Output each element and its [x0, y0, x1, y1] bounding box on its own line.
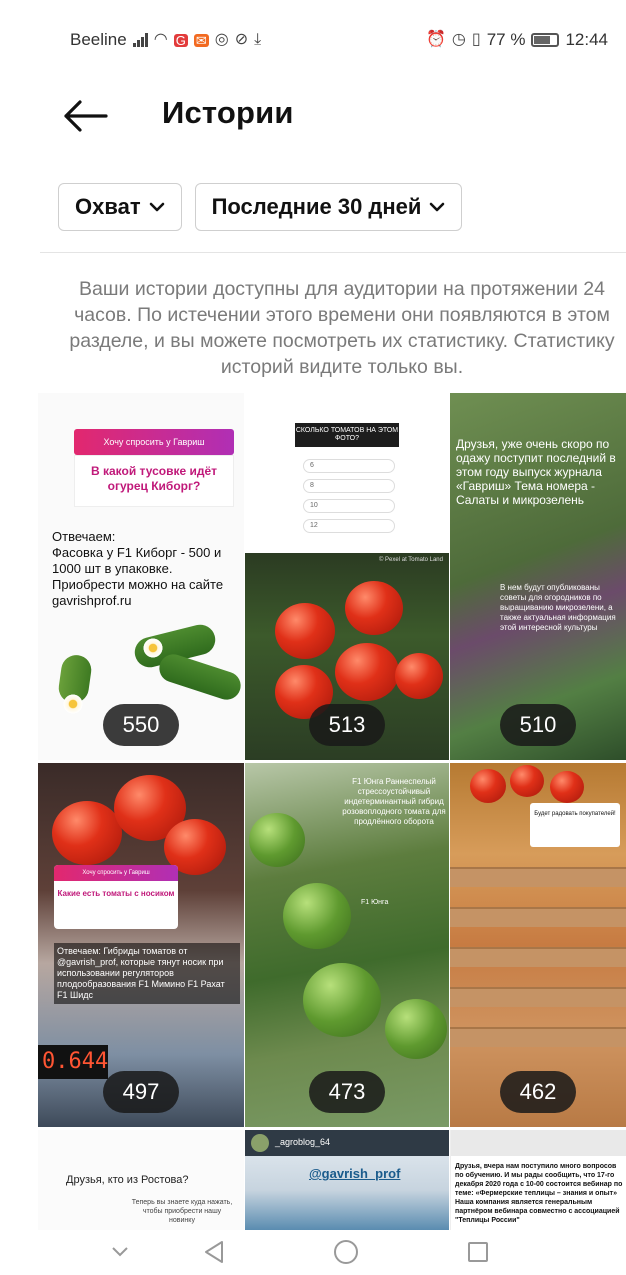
- reach-badge: 550: [103, 704, 179, 746]
- story-subtext: Теперь вы знаете куда нажать, чтобы прио…: [131, 1199, 233, 1224]
- variety-label: F1 Юнга: [361, 899, 389, 906]
- question-text: В какой тусовке идёт огурец Киборг?: [74, 455, 234, 507]
- tomato-image: [470, 769, 506, 803]
- arrow-left-icon[interactable]: [62, 98, 108, 134]
- info-text: Ваши истории доступны для аудитории на п…: [69, 278, 615, 378]
- chevron-down-icon: [430, 202, 445, 212]
- green-tomato-image: [303, 963, 381, 1037]
- poll-option: 12: [303, 519, 395, 533]
- signal-icon: [132, 33, 148, 47]
- battery-icon: [531, 33, 560, 47]
- tomato-image: [395, 653, 443, 699]
- tomato-image: [335, 643, 399, 701]
- question-sticker: Хочу спросить у Гавриш Какие есть томаты…: [54, 865, 178, 929]
- photo-credit: © Pexel at Tomato Land: [378, 557, 443, 563]
- nav-home-icon[interactable]: [328, 1234, 364, 1270]
- story-text: Отвечаем: Фасовка у F1 Киборг - 500 и 10…: [52, 529, 224, 608]
- download-icon: ⤓: [254, 31, 262, 48]
- poll-option: 6: [303, 459, 395, 473]
- avatar: [251, 1134, 269, 1152]
- question-text: Какие есть томаты с носиком: [57, 889, 175, 898]
- poll-option: 8: [303, 479, 395, 493]
- mention-handle: @gavrish_prof: [309, 1166, 401, 1181]
- period-dropdown-label: Последние 30 дней: [211, 194, 422, 219]
- nav-recents-icon[interactable]: [460, 1234, 496, 1270]
- story-tile[interactable]: Друзья, вчера нам поступило много вопрос…: [450, 1130, 626, 1230]
- box-row: [450, 947, 626, 967]
- story-tile[interactable]: Друзья, кто из Ростова? Теперь вы знаете…: [38, 1130, 244, 1230]
- mail-notification-icon: ✉: [193, 32, 209, 48]
- nav-back-icon[interactable]: [196, 1234, 232, 1270]
- system-nav-bar: [0, 1230, 626, 1275]
- story-text: Друзья, вчера нам поступило много вопрос…: [455, 1163, 623, 1224]
- story-tile[interactable]: СКОЛЬКО ТОМАТОВ НА ЭТОМ ФОТО? 6 8 10 12 …: [245, 393, 449, 760]
- status-bar: Beeline ◠ G ✉ ◎ ⊘ ⤓ ⏰ ◷ ▯ 77 % 12:44: [0, 0, 626, 80]
- story-tile[interactable]: Друзья, уже очень скоро по одажу поступи…: [450, 393, 626, 760]
- nav-collapse-icon[interactable]: [102, 1234, 138, 1270]
- blog-name: _agroblog_64: [275, 1137, 331, 1147]
- tomato-image: [345, 581, 403, 635]
- poll-option: 10: [303, 499, 395, 513]
- chevron-down-icon: [149, 202, 164, 212]
- green-tomato-image: [385, 999, 447, 1059]
- metric-dropdown-label: Охват: [75, 194, 141, 219]
- story-question: Друзья, кто из Ростова?: [66, 1174, 189, 1186]
- reach-badge: 510: [500, 704, 576, 746]
- period-dropdown[interactable]: Последние 30 дней: [194, 183, 463, 231]
- header: Истории: [0, 80, 626, 152]
- status-right: ⏰ ◷ ▯ 77 % 12:44: [426, 30, 608, 50]
- tomato-image: [275, 603, 335, 659]
- battery-percent: 77 %: [486, 30, 526, 49]
- app-notification-icon: G: [173, 32, 188, 48]
- box-row: [450, 907, 626, 927]
- tomato-image: [510, 765, 544, 797]
- carrier-name: Beeline: [70, 30, 127, 49]
- instagram-icon: ◎: [214, 31, 229, 48]
- story-tile[interactable]: _agroblog_64 @gavrish_prof: [245, 1130, 449, 1230]
- story-text: Отвечаем: Гибриды томатов от @gavrish_pr…: [54, 943, 240, 1004]
- reach-badge: 462: [500, 1071, 576, 1113]
- question-sticker-header: Хочу спросить у Гавриш: [54, 865, 178, 881]
- story-card: Будет радовать покупателей!: [530, 803, 620, 847]
- blog-header: _agroblog_64: [245, 1130, 449, 1156]
- reach-badge: 513: [309, 704, 385, 746]
- flower-image: [62, 693, 84, 715]
- metric-dropdown[interactable]: Охват: [58, 183, 182, 231]
- story-text-secondary: В нем будут опубликованы советы для огор…: [500, 583, 616, 632]
- green-tomato-image: [249, 813, 305, 867]
- story-header: [451, 1130, 626, 1156]
- box-row: [450, 867, 626, 887]
- reach-badge: 473: [309, 1071, 385, 1113]
- vibrate-icon: ▯: [471, 31, 481, 48]
- story-tile[interactable]: F1 Юнга Раннеспелый стрессоустойчивый ин…: [245, 763, 449, 1127]
- tomato-image: [52, 801, 122, 865]
- reach-badge: 497: [103, 1071, 179, 1113]
- question-sticker-header: Хочу спросить у Гавриш: [74, 429, 234, 455]
- vpn-icon: ⊘: [234, 31, 249, 48]
- cucumber-image: [155, 650, 244, 704]
- story-tile[interactable]: Хочу спросить у Гавриш В какой тусовке и…: [38, 393, 244, 760]
- story-tile[interactable]: Хочу спросить у Гавриш Какие есть томаты…: [38, 763, 244, 1127]
- tomato-image: [550, 771, 584, 803]
- filter-bar: Охват Последние 30 дней: [58, 183, 463, 231]
- story-text: Друзья, уже очень скоро по одажу поступи…: [456, 437, 616, 507]
- green-tomato-image: [283, 883, 351, 949]
- page-title: Истории: [162, 95, 294, 130]
- story-tile[interactable]: Будет радовать покупателей! 462: [450, 763, 626, 1127]
- divider: [40, 252, 626, 253]
- status-left: Beeline ◠ G ✉ ◎ ⊘ ⤓: [70, 30, 261, 50]
- box-row: [450, 1027, 626, 1047]
- wifi-icon: ◠: [153, 31, 168, 48]
- clock-icon: ◷: [451, 31, 466, 48]
- alarm-icon: ⏰: [426, 31, 446, 48]
- flower-image: [142, 637, 164, 659]
- box-row: [450, 987, 626, 1007]
- poll-title: СКОЛЬКО ТОМАТОВ НА ЭТОМ ФОТО?: [295, 423, 399, 447]
- story-caption: F1 Юнга Раннеспелый стрессоустойчивый ин…: [342, 777, 446, 826]
- scale-reading: 0.644: [38, 1045, 108, 1079]
- clock-time: 12:44: [565, 30, 608, 49]
